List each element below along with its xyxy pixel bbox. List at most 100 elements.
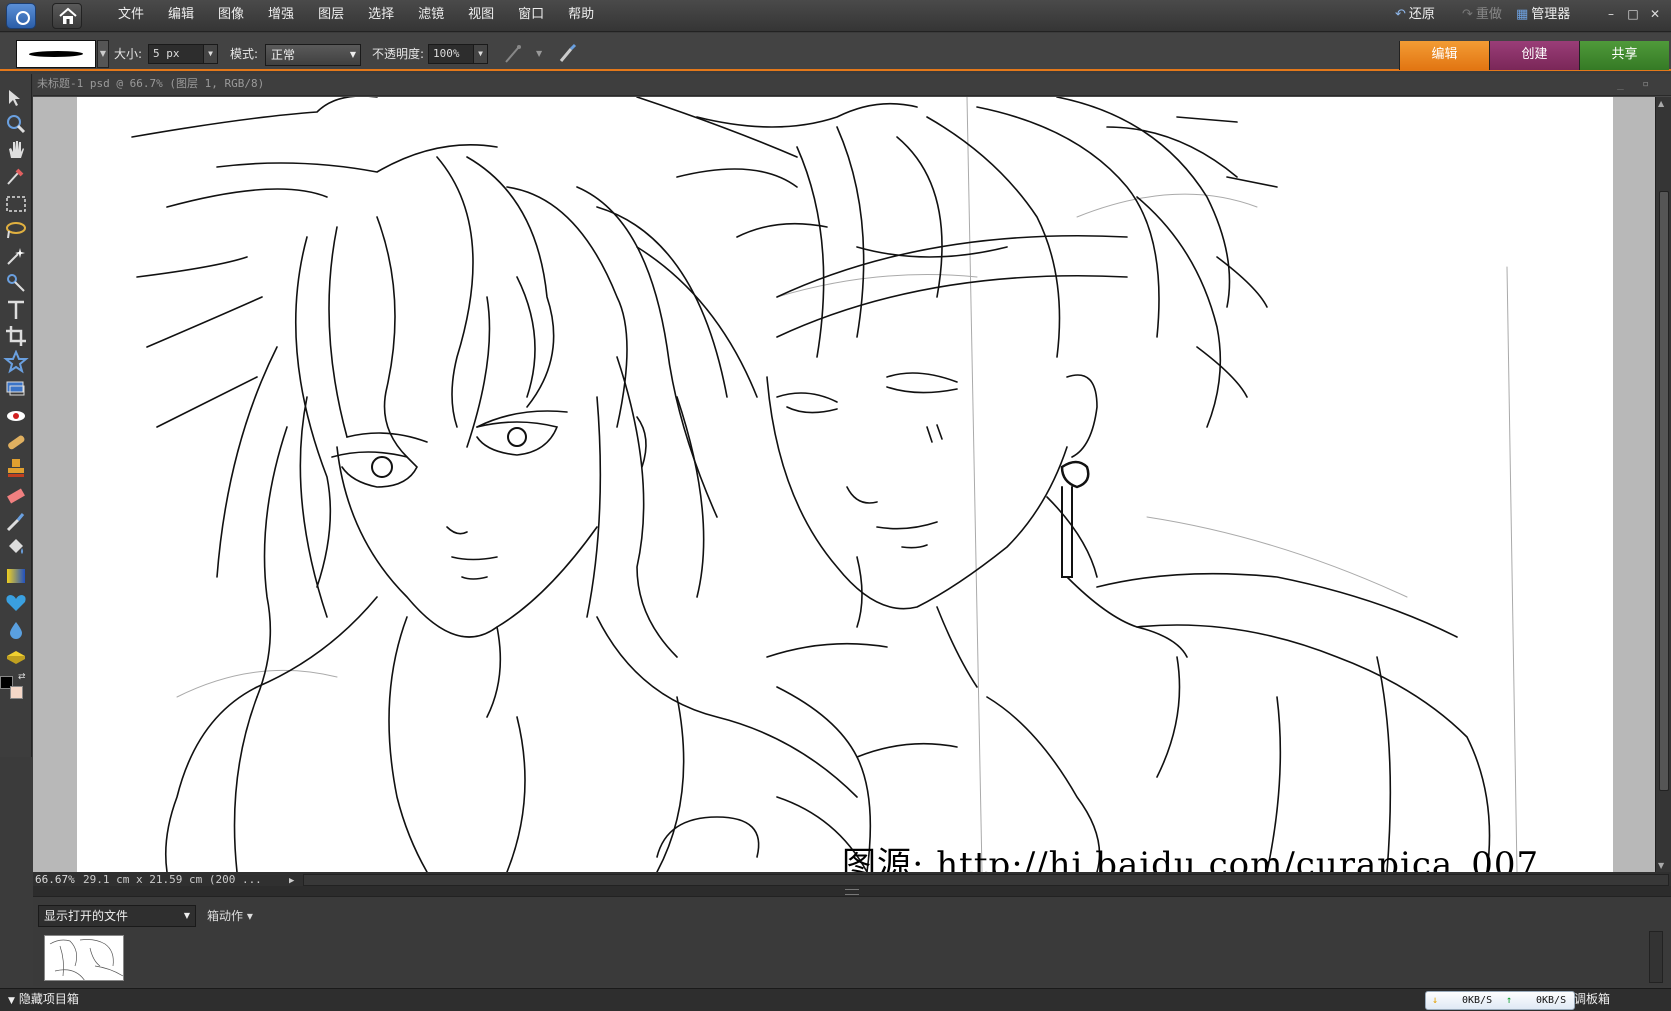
document-window-controls[interactable]: _ ▫ [1617,74,1655,94]
upload-arrow-icon: ↑ [1506,995,1513,1006]
marquee-tool-icon[interactable] [3,192,29,216]
menu-image[interactable]: 图像 [206,0,256,32]
airbrush-toggle[interactable] [502,42,524,66]
brush-tool-icon[interactable] [3,510,29,534]
home-button[interactable] [52,3,82,29]
vertical-scrollbar[interactable]: ▲ ▼ [1655,97,1671,872]
zoom-level[interactable]: 66.67% [35,872,75,887]
menu-file[interactable]: 文件 [106,0,156,32]
download-speed: 0KB/S [1462,995,1493,1006]
airbrush-dropdown[interactable]: ▼ [536,42,546,66]
move-tool-icon[interactable] [3,86,29,110]
manager-label: 管理器 [1531,7,1571,22]
red-eye-tool-icon[interactable] [3,404,29,428]
blend-mode-value: 正常 [271,48,296,62]
project-bin-filter-select[interactable]: 显示打开的文件 ▼ [38,905,196,927]
blur-tool-icon[interactable] [3,618,29,642]
network-speed-widget: ↓ 0KB/S ↑ 0KB/S [1425,991,1575,1010]
thumbnail-sketch [49,939,123,980]
cookie-cutter-tool-icon[interactable] [3,350,29,374]
eyedropper-tool-icon[interactable] [3,164,29,188]
upload-speed: 0KB/S [1536,995,1567,1006]
triangle-down-icon: ▼ [8,996,15,1006]
magic-wand-tool-icon[interactable] [3,244,29,268]
menu-edit[interactable]: 编辑 [156,0,206,32]
custom-shape-tool-icon[interactable] [3,590,29,614]
type-tool-icon[interactable] [3,298,29,322]
size-value: 5 px [153,47,180,60]
project-bin-scrollbar[interactable] [1649,931,1663,983]
menu-window[interactable]: 窗口 [506,0,556,32]
opacity-value: 100% [433,47,460,60]
horizontal-scrollbar[interactable] [303,874,1669,886]
redo-icon: ↷ [1462,7,1473,22]
crop-tool-icon[interactable] [3,324,29,348]
brush-icon [559,43,577,62]
camera-icon[interactable] [6,3,36,29]
straighten-tool-icon[interactable] [3,376,29,400]
opacity-dropdown-arrow[interactable]: ▼ [473,45,487,63]
bin-actions-menu[interactable]: 箱动作 ▾ [207,907,253,924]
maximize-button[interactable]: □ [1622,0,1644,32]
opacity-input[interactable]: 100% ▼ [428,44,488,64]
close-button[interactable]: ✕ [1644,0,1666,32]
canvas-area[interactable]: 图源: http://hi.baidu.com/curapica_007 [33,97,1655,872]
image-canvas[interactable]: 图源: http://hi.baidu.com/curapica_007 [77,97,1613,872]
toolbox: ⇄ [0,74,32,757]
lasso-tool-icon[interactable] [3,218,29,242]
airbrush-icon [505,45,521,63]
status-menu-arrow-icon[interactable]: ▶ [289,874,299,886]
menu-filter[interactable]: 滤镜 [406,0,456,32]
tablet-options-button[interactable] [556,42,578,66]
scroll-down-arrow[interactable]: ▼ [1658,861,1664,870]
hand-tool-icon[interactable] [3,138,29,162]
size-input[interactable]: 5 px ▼ [148,44,218,64]
menu-enhance[interactable]: 增强 [256,0,306,32]
scroll-up-arrow[interactable]: ▲ [1658,99,1664,108]
menu-view[interactable]: 视图 [456,0,506,32]
brush-preset-picker[interactable] [16,40,96,68]
tab-edit[interactable]: 编辑 [1399,41,1489,70]
gradient-tool-icon[interactable] [3,564,29,588]
manager-button[interactable]: ▦ 管理器 [1516,0,1570,32]
project-bin-filter-value: 显示打开的文件 [44,909,129,923]
menu-select[interactable]: 选择 [356,0,406,32]
tab-create[interactable]: 创建 [1489,41,1579,70]
size-dropdown-arrow[interactable]: ▼ [203,45,217,63]
blend-mode-select[interactable]: 正常 ▼ [265,44,361,66]
menu-help[interactable]: 帮助 [556,0,606,32]
photoshop-elements-window: 文件 编辑 图像 增强 图层 选择 滤镜 视图 窗口 帮助 ↶ 还原 ↷ 重做 ▦ 管… [0,0,1671,1011]
document-dimensions: 29.1 cm x 21.59 cm (200 ... [83,873,262,886]
main-menu: 文件 编辑 图像 增强 图层 选择 滤镜 视图 窗口 帮助 [106,0,606,32]
quick-selection-tool-icon[interactable] [3,270,29,294]
zoom-tool-icon[interactable] [3,112,29,136]
minimize-button[interactable]: – [1600,0,1622,32]
eraser-tool-icon[interactable] [3,484,29,508]
brush-preset-dropdown[interactable]: ▼ [97,40,109,68]
undo-label: 还原 [1408,7,1435,22]
document-title: 未标题-1 psd @ 66.7% (图层 1, RGB/8) [37,77,265,90]
vertical-scroll-thumb[interactable] [1659,191,1669,791]
healing-brush-tool-icon[interactable] [3,430,29,454]
project-bin: 显示打开的文件 ▼ 箱动作 ▾ [33,896,1671,986]
window-controls: – □ ✕ [1600,0,1666,32]
document-title-bar: 未标题-1 psd @ 66.7% (图层 1, RGB/8) _ ▫ [33,74,1671,96]
swap-colors-icon[interactable]: ⇄ [18,672,26,682]
menu-layer[interactable]: 图层 [306,0,356,32]
opacity-label: 不透明度: [372,47,425,61]
hide-project-bin-button[interactable]: ▼ 隐藏项目箱 [8,989,79,1011]
panel-bin-button[interactable]: 调板箱 [1574,989,1610,1010]
open-file-thumbnail[interactable] [44,935,124,981]
background-color-swatch[interactable] [10,686,23,699]
undo-icon: ↶ [1395,7,1406,22]
mode-label: 模式: [230,47,259,61]
tab-share[interactable]: 共享 [1579,41,1669,70]
sponge-tool-icon[interactable] [3,644,29,668]
undo-button[interactable]: ↶ 还原 [1395,0,1435,32]
project-bin-splitter[interactable] [33,886,1671,896]
clone-stamp-tool-icon[interactable] [3,456,29,480]
redo-button[interactable]: ↷ 重做 [1462,0,1502,32]
grid-icon: ▦ [1516,7,1529,22]
paint-bucket-tool-icon[interactable] [3,536,29,560]
redo-label: 重做 [1475,7,1502,22]
